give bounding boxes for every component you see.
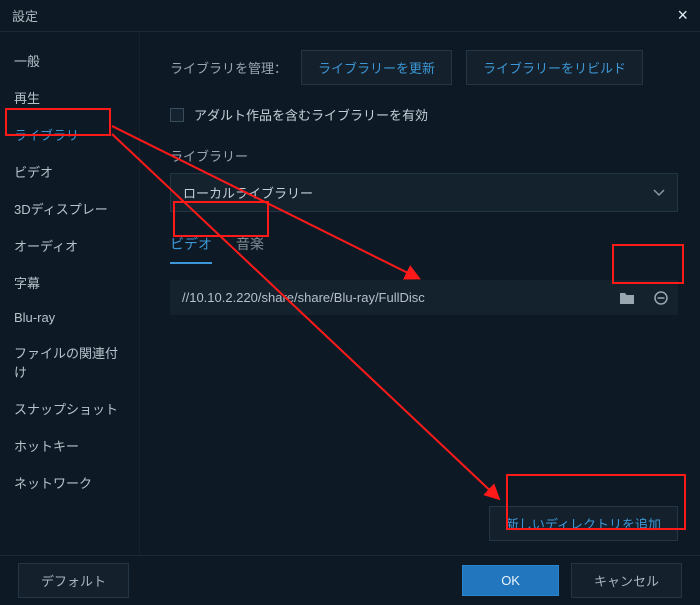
chevron-down-icon bbox=[653, 185, 665, 200]
sidebar-item-general[interactable]: 一般 bbox=[0, 42, 139, 79]
ok-button[interactable]: OK bbox=[462, 565, 559, 596]
button-label: ライブラリーをリビルド bbox=[483, 61, 626, 76]
sidebar-item-3d-display[interactable]: 3Dディスプレー bbox=[0, 190, 139, 227]
sidebar-item-label: ホットキー bbox=[14, 439, 79, 454]
library-select-value: ローカルライブラリー bbox=[183, 183, 313, 202]
adult-content-row: アダルト作品を含むライブラリーを有効 bbox=[170, 105, 678, 124]
tab-label: ビデオ bbox=[170, 236, 212, 252]
main-panel: ライブラリを管理： ライブラリーを更新 ライブラリーをリビルド アダルト作品を含… bbox=[140, 32, 700, 555]
sidebar-item-hotkey[interactable]: ホットキー bbox=[0, 427, 139, 464]
remove-directory-button[interactable] bbox=[644, 280, 678, 315]
add-directory-button[interactable]: 新しいディレクトリを追加 bbox=[489, 506, 678, 541]
adult-content-checkbox[interactable] bbox=[170, 108, 184, 122]
sidebar-item-file-assoc[interactable]: ファイルの関連付け bbox=[0, 334, 139, 390]
sidebar-item-bluray[interactable]: Blu-ray bbox=[0, 301, 139, 334]
footer: デフォルト OK キャンセル bbox=[0, 555, 700, 605]
sidebar-item-label: Blu-ray bbox=[14, 310, 55, 325]
button-label: デフォルト bbox=[41, 574, 106, 589]
sidebar-item-network[interactable]: ネットワーク bbox=[0, 464, 139, 501]
sidebar-item-snapshot[interactable]: スナップショット bbox=[0, 390, 139, 427]
sidebar-item-subtitle[interactable]: 字幕 bbox=[0, 264, 139, 301]
sidebar-item-label: 再生 bbox=[14, 91, 40, 106]
button-label: キャンセル bbox=[594, 574, 659, 589]
sidebar-item-label: オーディオ bbox=[14, 239, 78, 254]
close-icon[interactable]: × bbox=[677, 5, 688, 26]
library-section-label: ライブラリー bbox=[170, 146, 678, 165]
body: 一般 再生 ライブラリー ビデオ 3Dディスプレー オーディオ 字幕 Blu-r… bbox=[0, 32, 700, 555]
window-title: 設定 bbox=[12, 6, 677, 25]
sidebar-item-label: ビデオ bbox=[14, 165, 53, 180]
directory-row: //10.10.2.220/share/share/Blu-ray/FullDi… bbox=[170, 280, 678, 315]
library-select[interactable]: ローカルライブラリー bbox=[170, 173, 678, 212]
sidebar: 一般 再生 ライブラリー ビデオ 3Dディスプレー オーディオ 字幕 Blu-r… bbox=[0, 32, 140, 555]
sidebar-item-label: 字幕 bbox=[14, 276, 40, 291]
tab-label: 音楽 bbox=[236, 236, 264, 252]
adult-content-label: アダルト作品を含むライブラリーを有効 bbox=[194, 105, 428, 124]
sidebar-item-label: 一般 bbox=[14, 54, 40, 69]
sidebar-item-label: ライブラリー bbox=[14, 128, 92, 143]
sidebar-item-library[interactable]: ライブラリー bbox=[0, 116, 139, 153]
manage-library-label: ライブラリを管理： bbox=[170, 58, 287, 77]
sidebar-item-label: ネットワーク bbox=[14, 476, 92, 491]
sidebar-item-audio[interactable]: オーディオ bbox=[0, 227, 139, 264]
sidebar-item-label: ファイルの関連付け bbox=[14, 346, 118, 380]
refresh-library-button[interactable]: ライブラリーを更新 bbox=[301, 50, 452, 85]
sidebar-item-label: 3Dディスプレー bbox=[14, 202, 108, 217]
tab-music[interactable]: 音楽 bbox=[236, 230, 264, 264]
sidebar-item-video[interactable]: ビデオ bbox=[0, 153, 139, 190]
manage-library-row: ライブラリを管理： ライブラリーを更新 ライブラリーをリビルド bbox=[170, 50, 678, 85]
button-label: OK bbox=[501, 573, 520, 588]
media-tabs: ビデオ 音楽 bbox=[170, 230, 678, 264]
default-button[interactable]: デフォルト bbox=[18, 563, 129, 598]
tab-video[interactable]: ビデオ bbox=[170, 230, 212, 264]
sidebar-item-label: スナップショット bbox=[14, 402, 118, 417]
cancel-button[interactable]: キャンセル bbox=[571, 563, 682, 598]
button-label: ライブラリーを更新 bbox=[318, 61, 435, 76]
sidebar-item-playback[interactable]: 再生 bbox=[0, 79, 139, 116]
rebuild-library-button[interactable]: ライブラリーをリビルド bbox=[466, 50, 643, 85]
browse-folder-button[interactable] bbox=[610, 280, 644, 315]
titlebar: 設定 × bbox=[0, 0, 700, 32]
directory-path: //10.10.2.220/share/share/Blu-ray/FullDi… bbox=[170, 280, 610, 315]
button-label: 新しいディレクトリを追加 bbox=[506, 517, 661, 532]
